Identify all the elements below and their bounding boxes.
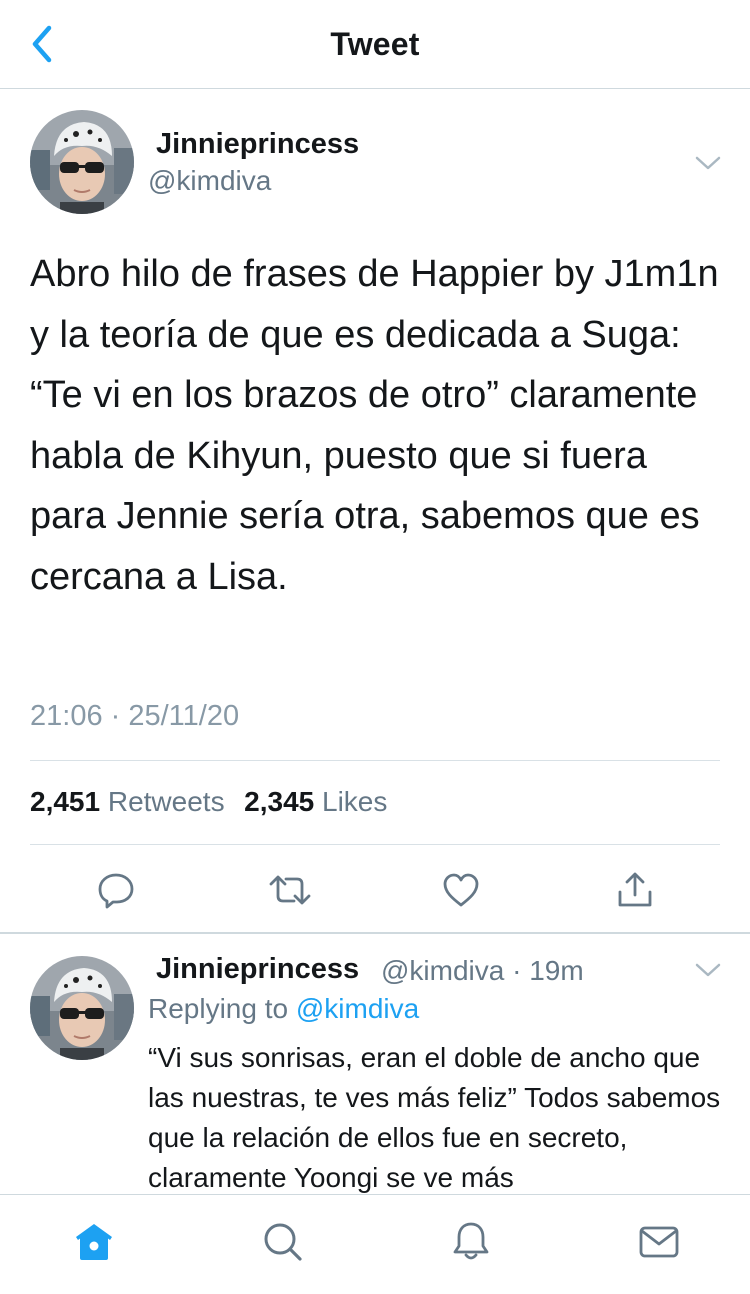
retweet-icon: [269, 875, 311, 905]
notifications-icon: [453, 1222, 489, 1260]
chevron-down-icon: [695, 963, 721, 977]
tab-home[interactable]: [66, 1217, 122, 1267]
tweet-actions: [0, 862, 750, 918]
reply-options-button[interactable]: [692, 957, 724, 983]
bottom-tab-bar: [0, 1194, 750, 1294]
reply-text: “Vi sus sonrisas, eran el doble de ancho…: [148, 1042, 721, 1193]
section-divider: [0, 932, 750, 934]
author-display-name[interactable]: Jinnieprincess: [156, 128, 359, 161]
divider: [30, 760, 720, 761]
tweet-text: Abro hilo de frases de Happier by J1m1n …: [30, 253, 719, 598]
tweet-timestamp: 21:06 · 25/11/20: [30, 700, 240, 732]
search-icon: [264, 1223, 302, 1261]
avatar[interactable]: [30, 110, 134, 214]
share-icon: [618, 872, 652, 907]
replying-to-label: Replying to: [148, 993, 289, 1024]
divider: [30, 844, 720, 845]
home-icon: [76, 1224, 112, 1260]
likes-label[interactable]: Likes: [322, 786, 387, 817]
page-title: Tweet: [330, 26, 420, 62]
reply-avatar[interactable]: [30, 956, 134, 1060]
retweet-button[interactable]: [262, 862, 318, 918]
messages-icon: [639, 1226, 679, 1258]
retweets-label[interactable]: Retweets: [108, 786, 225, 817]
replying-to-handle[interactable]: @kimdiva: [296, 993, 419, 1024]
tweet-detail-screen: Tweet Jinnieprincess @kimdiva Abro hilo: [0, 0, 750, 1294]
replying-to: Replying to @kimdiva: [148, 993, 419, 1025]
chevron-down-icon: [695, 156, 721, 170]
reply-icon: [98, 873, 134, 909]
reply-handle-time: @kimdiva · 19m: [381, 955, 584, 986]
tab-search[interactable]: [255, 1217, 311, 1267]
like-button[interactable]: [433, 862, 489, 918]
tweet-options-button[interactable]: [692, 150, 724, 176]
author-handle[interactable]: @kimdiva: [148, 165, 271, 197]
tweet-stats: 2,451 Retweets 2,345 Likes: [30, 786, 387, 818]
top-nav-bar: Tweet: [0, 0, 750, 89]
tab-messages[interactable]: [631, 1217, 687, 1267]
likes-count[interactable]: 2,345: [244, 786, 314, 817]
reply-button[interactable]: [88, 862, 144, 918]
reply-author-name[interactable]: Jinnieprincess: [156, 953, 359, 986]
tab-notifications[interactable]: [443, 1217, 499, 1267]
retweets-count[interactable]: 2,451: [30, 786, 100, 817]
heart-icon: [443, 873, 479, 907]
share-button[interactable]: [607, 862, 663, 918]
